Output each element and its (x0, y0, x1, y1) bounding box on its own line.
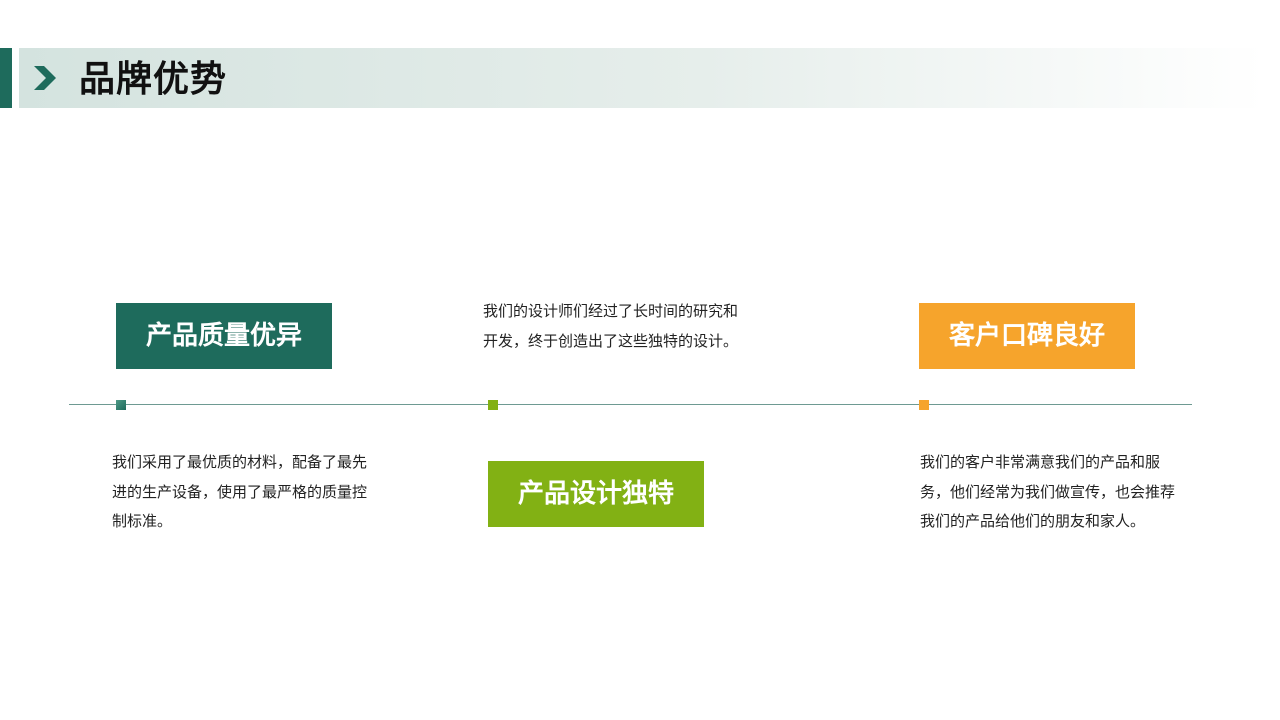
page-title: 品牌优势 (79, 59, 228, 100)
chevron-right-icon (34, 66, 56, 90)
description-design: 我们的设计师们经过了长时间的研究和开发，终于创造出了这些独特的设计。 (483, 302, 739, 350)
timeline-line (69, 404, 1192, 405)
label-quality: 产品质量优异 (116, 303, 332, 369)
description-reputation: 我们的客户非常满意我们的产品和服务，他们经常为我们做宣传，也会推荐我们的产品给他… (920, 453, 1176, 530)
label-design: 产品设计独特 (488, 461, 704, 527)
timeline-marker-quality (116, 400, 126, 410)
timeline-marker-design (488, 400, 498, 410)
label-reputation: 客户口碑良好 (919, 303, 1135, 369)
description-quality: 我们采用了最优质的材料，配备了最先进的生产设备，使用了最严格的质量控制标准。 (112, 453, 368, 530)
accent-bar (0, 48, 12, 108)
timeline-marker-reputation (919, 400, 929, 410)
